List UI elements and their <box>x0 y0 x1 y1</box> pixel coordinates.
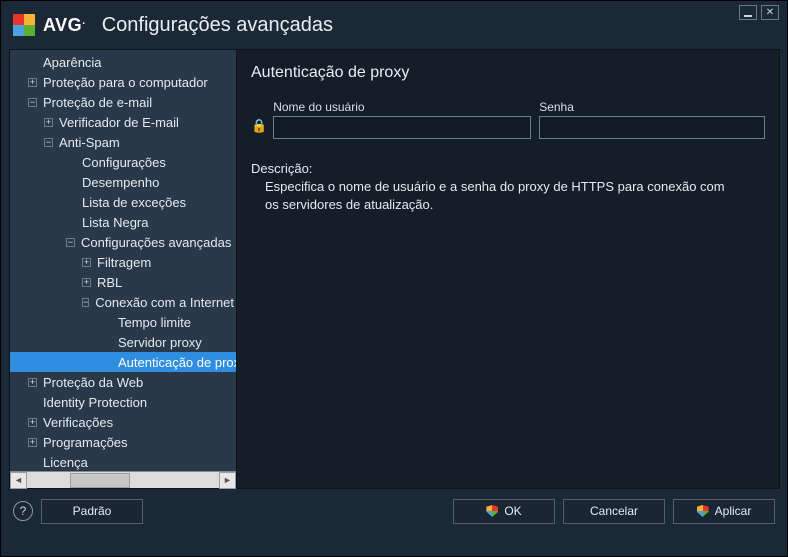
minimize-button[interactable] <box>739 5 757 20</box>
tree-item-servidor-proxy[interactable]: Servidor proxy <box>10 332 236 352</box>
expand-icon[interactable]: + <box>44 118 53 127</box>
password-label: Senha <box>539 100 765 114</box>
tree-item-verificacoes[interactable]: +Verificações <box>10 412 236 432</box>
shield-icon <box>697 505 709 517</box>
tree-item-lista-excecoes[interactable]: Lista de exceções <box>10 192 236 212</box>
username-input[interactable] <box>273 116 531 139</box>
apply-button[interactable]: Aplicar <box>673 499 775 524</box>
shield-icon <box>486 505 498 517</box>
window-controls: ✕ <box>739 5 779 20</box>
scroll-thumb[interactable] <box>70 473 130 488</box>
lock-icon: 🔒 <box>251 118 267 134</box>
description-heading: Descrição: <box>251 161 765 176</box>
tree-item-identity-protection[interactable]: Identity Protection <box>10 392 236 412</box>
tree-item-filtragem[interactable]: +Filtragem <box>10 252 236 272</box>
panel-title: Autenticação de proxy <box>251 64 765 82</box>
horizontal-scrollbar[interactable]: ◄ ► <box>10 471 236 488</box>
tree-item-aparencia[interactable]: Aparência <box>10 52 236 72</box>
tree-item-programacoes[interactable]: +Programações <box>10 432 236 452</box>
collapse-icon[interactable]: − <box>28 98 37 107</box>
help-button[interactable]: ? <box>13 501 33 521</box>
tree-item-desempenho[interactable]: Desempenho <box>10 172 236 192</box>
tree-scroll-area[interactable]: Aparência +Proteção para o computador −P… <box>10 50 236 471</box>
tree-item-protecao-web[interactable]: +Proteção da Web <box>10 372 236 392</box>
tree-item-protecao-computador[interactable]: +Proteção para o computador <box>10 72 236 92</box>
cancel-button[interactable]: Cancelar <box>563 499 665 524</box>
expand-icon[interactable]: + <box>28 438 37 447</box>
tree-item-verificador-email[interactable]: +Verificador de E-mail <box>10 112 236 132</box>
description-body: Especifica o nome de usuário e a senha d… <box>251 178 741 213</box>
tree-item-config-avancadas[interactable]: −Configurações avançadas <box>10 232 236 252</box>
close-button[interactable]: ✕ <box>761 5 779 20</box>
expand-icon[interactable]: + <box>28 378 37 387</box>
collapse-icon[interactable]: − <box>44 138 53 147</box>
logo-text: AVG. <box>43 15 86 36</box>
window-title: Configurações avançadas <box>102 14 333 37</box>
password-input[interactable] <box>539 116 765 139</box>
footer-bar: ? Padrão OK Cancelar Aplicar <box>1 489 787 533</box>
default-button[interactable]: Padrão <box>41 499 143 524</box>
tree-item-anti-spam[interactable]: −Anti-Spam <box>10 132 236 152</box>
scroll-right-icon[interactable]: ► <box>219 472 236 489</box>
scroll-left-icon[interactable]: ◄ <box>10 472 27 489</box>
tree-item-autenticacao-proxy[interactable]: Autenticação de proxy <box>10 352 236 372</box>
expand-icon[interactable]: + <box>82 278 91 287</box>
expand-icon[interactable]: + <box>28 78 37 87</box>
tree-item-licenca[interactable]: Licença <box>10 452 236 471</box>
avg-logo-icon <box>13 14 35 36</box>
main-panel: Autenticação de proxy 🔒 Nome do usuário … <box>237 49 780 489</box>
tree-item-tempo-limite[interactable]: Tempo limite <box>10 312 236 332</box>
tree-item-lista-negra[interactable]: Lista Negra <box>10 212 236 232</box>
sidebar-tree: Aparência +Proteção para o computador −P… <box>9 49 237 489</box>
tree-item-conexao-internet[interactable]: −Conexão com a Internet <box>10 292 236 312</box>
tree-item-rbl[interactable]: +RBL <box>10 272 236 292</box>
expand-icon[interactable]: + <box>82 258 91 267</box>
collapse-icon[interactable]: − <box>66 238 75 247</box>
ok-button[interactable]: OK <box>453 499 555 524</box>
username-label: Nome do usuário <box>273 100 531 114</box>
tree-item-configuracoes[interactable]: Configurações <box>10 152 236 172</box>
app-logo: AVG. <box>13 14 86 36</box>
title-bar: AVG. Configurações avançadas ✕ <box>1 1 787 49</box>
expand-icon[interactable]: + <box>28 418 37 427</box>
collapse-icon[interactable]: − <box>82 298 89 307</box>
tree-item-protecao-email[interactable]: −Proteção de e-mail <box>10 92 236 112</box>
